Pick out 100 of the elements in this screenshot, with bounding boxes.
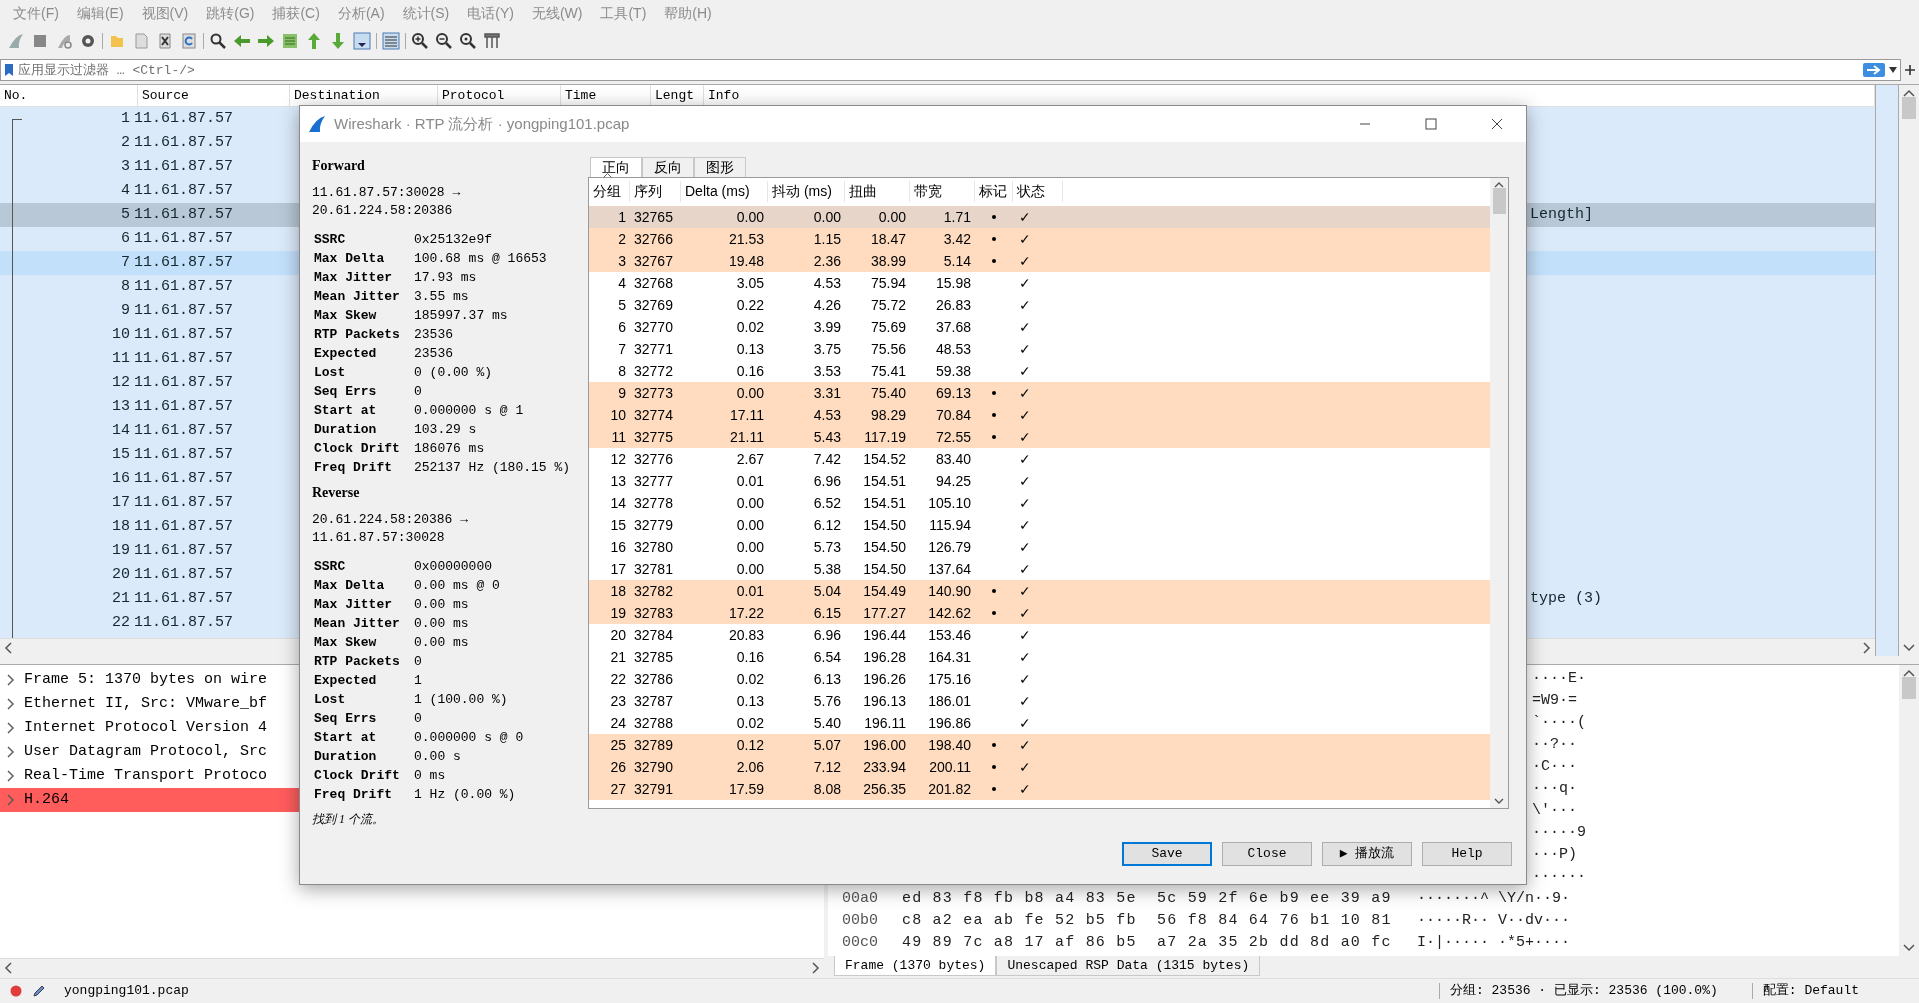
column-header[interactable]: 状态 bbox=[1013, 181, 1063, 202]
byte-tab[interactable]: Frame (1370 bytes) bbox=[834, 956, 997, 976]
filter-input[interactable]: 应用显示过滤器 … <Ctrl-/> bbox=[18, 61, 1859, 79]
hex-ascii: ····E· bbox=[1532, 668, 1586, 689]
resize-columns-icon[interactable] bbox=[482, 31, 502, 51]
up-chevron-icon[interactable] bbox=[1903, 669, 1915, 677]
right-chevron-icon[interactable] bbox=[812, 961, 820, 974]
bookmark-icon[interactable] bbox=[4, 63, 14, 77]
stream-row[interactable]: 6 32770 0.02 3.99 75.69 37.68 ✓ bbox=[589, 316, 1490, 338]
stream-row[interactable]: 26 32790 2.06 7.12 233.94 200.11 ✓ bbox=[589, 756, 1490, 778]
dialog-button[interactable]: Close bbox=[1222, 842, 1312, 866]
stream-row[interactable]: 16 32780 0.00 5.73 154.50 126.79 ✓ bbox=[589, 536, 1490, 558]
dialog-button[interactable]: ▶ 播放流 bbox=[1322, 842, 1412, 866]
table-cell-text: 2 bbox=[617, 229, 627, 249]
dialog-button[interactable]: Help bbox=[1422, 842, 1512, 866]
expert-info-icon[interactable] bbox=[10, 985, 22, 997]
close-icon[interactable] bbox=[1491, 118, 1503, 130]
table-cell-text: 154.51 bbox=[862, 471, 907, 491]
stream-row[interactable]: 4 32768 3.05 4.53 75.94 15.98 ✓ bbox=[589, 272, 1490, 294]
tab[interactable]: 图形 bbox=[694, 157, 746, 177]
up-chevron-icon[interactable] bbox=[1494, 181, 1504, 188]
stream-row[interactable]: 15 32779 0.00 6.12 154.50 115.94 ✓ bbox=[589, 514, 1490, 536]
stream-row[interactable]: 8 32772 0.16 3.53 75.41 59.38 ✓ bbox=[589, 360, 1490, 382]
stream-row[interactable]: 25 32789 0.12 5.07 196.00 198.40 ✓ bbox=[589, 734, 1490, 756]
stream-row[interactable]: 22 32786 0.02 6.13 196.26 175.16 ✓ bbox=[589, 668, 1490, 690]
tree-item-label[interactable]: Real-Time Transport Protoco bbox=[24, 764, 268, 788]
stream-row[interactable]: 5 32769 0.22 4.26 75.72 26.83 ✓ bbox=[589, 294, 1490, 316]
stream-row[interactable]: 11 32775 21.11 5.43 117.19 72.55 ✓ bbox=[589, 426, 1490, 448]
byte-tab[interactable]: Unescaped RSP Data (1315 bytes) bbox=[996, 956, 1261, 976]
table-cell-text: 14 bbox=[111, 420, 131, 441]
stream-row[interactable]: 27 32791 17.59 8.08 256.35 201.82 ✓ bbox=[589, 778, 1490, 800]
zoom-out-icon[interactable] bbox=[434, 31, 454, 51]
left-chevron-icon[interactable] bbox=[4, 961, 12, 974]
colorize-icon[interactable] bbox=[381, 31, 401, 51]
scrollbar-thumb[interactable] bbox=[1902, 677, 1916, 699]
stream-row[interactable]: 3 32767 19.48 2.36 38.99 5.14 ✓ bbox=[589, 250, 1490, 272]
hex-offset: 00c0 bbox=[842, 932, 879, 953]
stream-row[interactable]: 24 32788 0.02 5.40 196.11 196.86 ✓ bbox=[589, 712, 1490, 734]
stream-row[interactable]: 13 32777 0.01 6.96 154.51 94.25 ✓ bbox=[589, 470, 1490, 492]
stream-row[interactable]: 9 32773 0.00 3.31 75.40 69.13 ✓ bbox=[589, 382, 1490, 404]
stream-row[interactable]: 2 32766 21.53 1.15 18.47 3.42 ✓ bbox=[589, 228, 1490, 250]
down-chevron-icon[interactable] bbox=[1903, 644, 1915, 652]
stream-row[interactable]: 12 32776 2.67 7.42 154.52 83.40 ✓ bbox=[589, 448, 1490, 470]
table-cell-text: 10 bbox=[609, 405, 627, 425]
down-chevron-icon[interactable] bbox=[1903, 944, 1915, 952]
filter-field[interactable]: 应用显示过滤器 … <Ctrl-/> bbox=[0, 59, 1901, 81]
vertical-scrollbar[interactable] bbox=[1899, 85, 1919, 656]
table-cell-text: 5.40 bbox=[812, 713, 842, 733]
scrollbar-thumb[interactable] bbox=[1902, 97, 1916, 119]
tab[interactable]: 正向 bbox=[590, 157, 642, 177]
stream-row[interactable]: 19 32783 17.22 6.15 177.27 142.62 ✓ bbox=[589, 602, 1490, 624]
tree-item-label[interactable]: User Datagram Protocol, Src bbox=[24, 740, 268, 764]
vertical-scrollbar[interactable] bbox=[1490, 178, 1508, 808]
table-cell-text: 18 bbox=[111, 516, 131, 537]
up-chevron-icon[interactable] bbox=[1903, 89, 1915, 97]
stream-row[interactable]: 17 32781 0.00 5.38 154.50 137.64 ✓ bbox=[589, 558, 1490, 580]
table-cell-text: 4.26 bbox=[812, 295, 842, 315]
column-header[interactable]: 抖动 (ms) bbox=[768, 181, 845, 202]
dialog-button[interactable]: Save bbox=[1122, 842, 1212, 866]
tree-item-label[interactable]: Frame 5: 1370 bytes on wire bbox=[24, 668, 268, 692]
zoom-reset-icon[interactable] bbox=[458, 31, 478, 51]
stream-row[interactable]: 7 32771 0.13 3.75 75.56 48.53 ✓ bbox=[589, 338, 1490, 360]
column-header[interactable]: 序列 bbox=[630, 181, 681, 202]
down-chevron-icon[interactable] bbox=[1494, 798, 1504, 805]
horizontal-scrollbar[interactable] bbox=[0, 958, 824, 976]
column-header[interactable]: 标记 bbox=[975, 181, 1013, 202]
stream-row[interactable]: 1 32765 0.00 0.00 0.00 1.71 ✓ bbox=[589, 206, 1490, 228]
column-header[interactable]: Source bbox=[138, 85, 290, 106]
tab[interactable]: 反向 bbox=[642, 157, 694, 177]
search-icon[interactable] bbox=[208, 31, 228, 51]
column-header[interactable]: 带宽 bbox=[910, 181, 975, 202]
maximize-icon[interactable] bbox=[1425, 118, 1437, 130]
right-chevron-icon[interactable] bbox=[1863, 641, 1871, 654]
stat-label: Freq Drift bbox=[314, 458, 393, 477]
stream-row[interactable]: 23 32787 0.13 5.76 196.13 186.01 ✓ bbox=[589, 690, 1490, 712]
table-cell-text: 21 bbox=[609, 647, 627, 667]
autoscroll-icon[interactable] bbox=[352, 31, 372, 51]
stream-row[interactable]: 21 32785 0.16 6.54 196.28 164.31 ✓ bbox=[589, 646, 1490, 668]
table-cell-text: 22 bbox=[609, 669, 627, 689]
reload-icon[interactable] bbox=[179, 31, 199, 51]
zoom-in-icon[interactable] bbox=[410, 31, 430, 51]
left-chevron-icon[interactable] bbox=[4, 641, 12, 654]
column-header[interactable]: No. bbox=[0, 85, 138, 106]
dropdown-caret-icon[interactable] bbox=[1889, 67, 1897, 73]
tree-item-label[interactable]: H.264 bbox=[24, 788, 69, 812]
stream-row[interactable]: 10 32774 17.11 4.53 98.29 70.84 ✓ bbox=[589, 404, 1490, 426]
status-text[interactable]: 配置: Default bbox=[1762, 981, 1859, 1001]
column-header[interactable]: Delta (ms) bbox=[681, 181, 768, 202]
column-header[interactable]: 分组 bbox=[589, 181, 630, 202]
scrollbar-thumb[interactable] bbox=[1492, 188, 1506, 214]
table-cell-text: 11.61.87.57 bbox=[134, 612, 235, 633]
vertical-scrollbar[interactable] bbox=[1899, 665, 1919, 956]
stream-row[interactable]: 20 32784 20.83 6.96 196.44 153.46 ✓ bbox=[589, 624, 1490, 646]
stream-row[interactable]: 18 32782 0.01 5.04 154.49 140.90 ✓ bbox=[589, 580, 1490, 602]
tree-item-label[interactable]: Ethernet II, Src: VMware_bf bbox=[24, 692, 268, 716]
jump-icon[interactable] bbox=[280, 31, 300, 51]
column-header[interactable]: 扭曲 bbox=[845, 181, 910, 202]
tree-item-label[interactable]: Internet Protocol Version 4 bbox=[24, 716, 268, 740]
stream-row[interactable]: 14 32778 0.00 6.52 154.51 105.10 ✓ bbox=[589, 492, 1490, 514]
pencil-icon[interactable] bbox=[32, 984, 46, 998]
